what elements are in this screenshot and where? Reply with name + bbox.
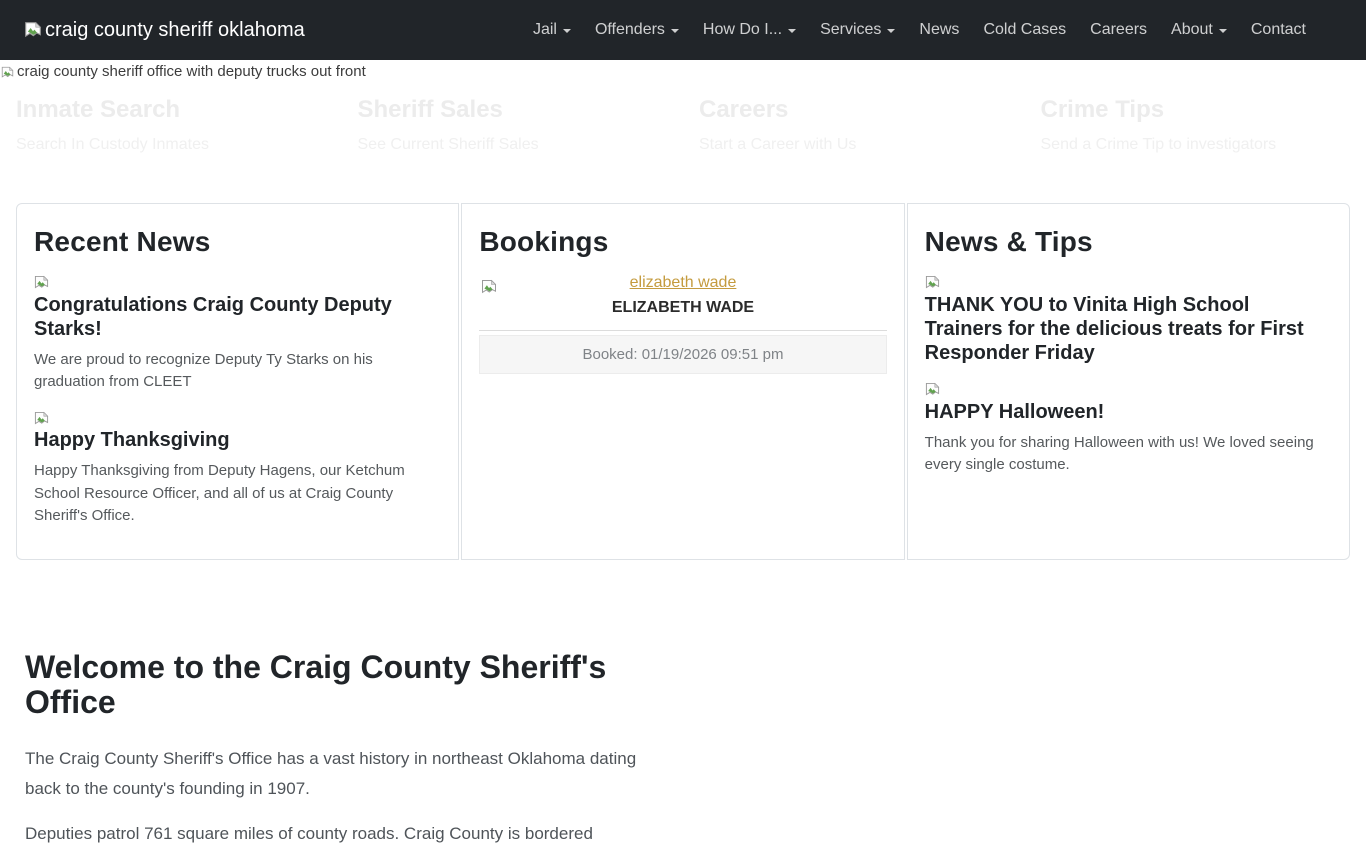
broken-image-icon — [925, 381, 1332, 397]
hero-link-subtitle: Send a Crime Tip to investigators — [1041, 136, 1351, 154]
broken-image-icon — [34, 409, 441, 425]
chevron-down-icon — [563, 29, 571, 33]
news-item: THANK YOU to Vinita High School Trainers… — [925, 274, 1332, 365]
hero-link-inmate-search[interactable]: Inmate Search Search In Custody Inmates — [0, 96, 342, 154]
nav-item-careers[interactable]: Careers — [1078, 13, 1159, 47]
news-tips-card: News & Tips THANK YOU to Vinita High Sch… — [907, 203, 1350, 560]
nav-item-jail[interactable]: Jail — [521, 13, 583, 47]
booking-date-footer: Booked: 01/19/2026 09:51 pm — [479, 335, 886, 374]
chevron-down-icon — [788, 29, 796, 33]
broken-image-icon — [481, 278, 497, 296]
hero-link-title: Sheriff Sales — [358, 96, 668, 124]
hero-link-title: Inmate Search — [16, 96, 326, 124]
hero-section: craig county sheriff office with deputy … — [0, 60, 1366, 203]
hero-link-subtitle: Start a Career with Us — [699, 136, 1009, 154]
main-navigation: Jail Offenders How Do I... Services News… — [521, 13, 1318, 47]
nav-item-contact[interactable]: Contact — [1239, 13, 1318, 47]
broken-image-icon — [34, 274, 441, 290]
hero-link-title: Crime Tips — [1041, 96, 1351, 124]
welcome-paragraph: The Craig County Sheriff's Office has a … — [25, 744, 647, 804]
hero-link-sheriff-sales[interactable]: Sheriff Sales See Current Sheriff Sales — [342, 96, 684, 154]
nav-item-cold-cases[interactable]: Cold Cases — [971, 13, 1078, 47]
broken-image-icon — [24, 19, 42, 42]
cards-row: Recent News Congratulations Craig County… — [16, 203, 1350, 560]
brand-text: craig county sheriff oklahoma — [45, 19, 305, 42]
hero-link-subtitle: See Current Sheriff Sales — [358, 136, 668, 154]
booking-entry: elizabeth wade ELIZABETH WADE Booked: 01… — [479, 274, 886, 374]
recent-news-card: Recent News Congratulations Craig County… — [16, 203, 459, 560]
chevron-down-icon — [671, 29, 679, 33]
welcome-paragraph: Deputies patrol 761 square miles of coun… — [25, 819, 647, 849]
booking-inmate-name: ELIZABETH WADE — [479, 299, 886, 317]
news-item-body: Happy Thanksgiving from Deputy Hagens, o… — [34, 460, 441, 527]
news-item-body: We are proud to recognize Deputy Ty Star… — [34, 349, 441, 393]
news-item: Congratulations Craig County Deputy Star… — [34, 274, 441, 393]
news-item-heading: THANK YOU to Vinita High School Trainers… — [925, 293, 1332, 365]
broken-image-icon — [925, 274, 1332, 290]
hero-link-title: Careers — [699, 96, 1009, 124]
chevron-down-icon — [887, 29, 895, 33]
nav-item-offenders[interactable]: Offenders — [583, 13, 691, 47]
page-title: Welcome to the Craig County Sheriff's Of… — [25, 650, 647, 720]
news-item: HAPPY Halloween! Thank you for sharing H… — [925, 381, 1332, 476]
news-item-heading: Congratulations Craig County Deputy Star… — [34, 293, 441, 341]
bookings-card: Bookings elizabeth wade ELIZABETH WADE B… — [461, 203, 904, 560]
hero-broken-image: craig county sheriff office with deputy … — [0, 60, 1366, 80]
broken-image-icon — [1, 63, 14, 80]
news-item-body: Thank you for sharing Halloween with us!… — [925, 432, 1332, 476]
nav-item-services[interactable]: Services — [808, 13, 907, 47]
booking-inmate-link[interactable]: elizabeth wade — [630, 274, 737, 291]
nav-item-how-do-i[interactable]: How Do I... — [691, 13, 808, 47]
hero-link-subtitle: Search In Custody Inmates — [16, 136, 326, 154]
nav-item-about[interactable]: About — [1159, 13, 1239, 47]
booking-divider — [479, 330, 886, 331]
nav-item-news[interactable]: News — [907, 13, 971, 47]
news-item: Happy Thanksgiving Happy Thanksgiving fr… — [34, 409, 441, 527]
card-title-news-tips: News & Tips — [925, 226, 1332, 258]
news-item-heading: HAPPY Halloween! — [925, 400, 1332, 424]
brand-logo[interactable]: craig county sheriff oklahoma — [24, 19, 305, 42]
hero-image-alt-text: craig county sheriff office with deputy … — [17, 63, 366, 80]
news-item-heading: Happy Thanksgiving — [34, 428, 441, 452]
top-navbar: craig county sheriff oklahoma Jail Offen… — [0, 0, 1366, 60]
chevron-down-icon — [1219, 29, 1227, 33]
hero-link-crime-tips[interactable]: Crime Tips Send a Crime Tip to investiga… — [1025, 96, 1366, 154]
hero-link-careers[interactable]: Careers Start a Career with Us — [683, 96, 1025, 154]
hero-quick-links: Inmate Search Search In Custody Inmates … — [0, 96, 1366, 154]
card-title-bookings: Bookings — [479, 226, 886, 258]
card-title-recent-news: Recent News — [34, 226, 441, 258]
welcome-section: Welcome to the Craig County Sheriff's Of… — [25, 650, 647, 849]
